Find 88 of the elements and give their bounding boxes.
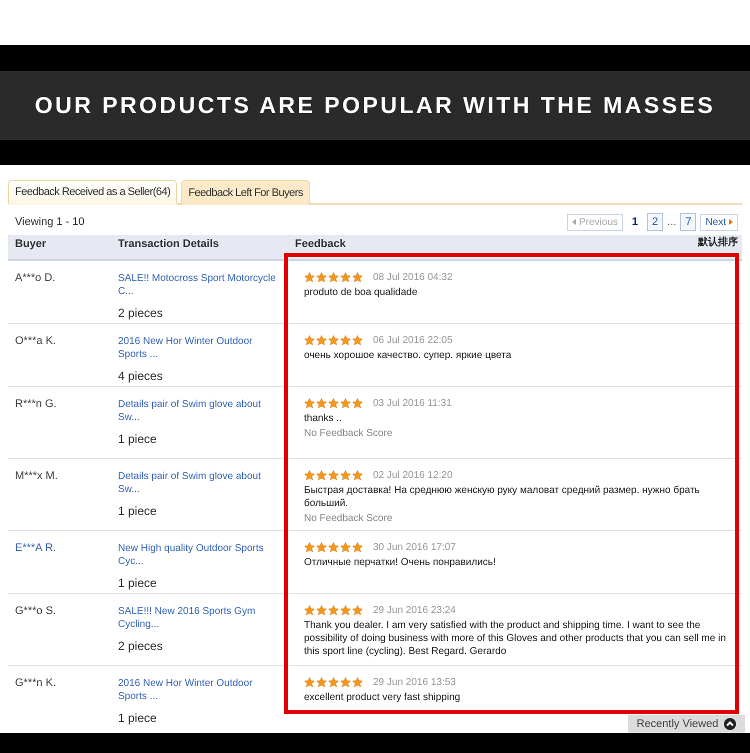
buyer-name[interactable]: E***A R.: [8, 542, 56, 554]
star-icon: [340, 677, 351, 688]
star-icon: [352, 542, 363, 553]
quantity: 1 piece: [118, 576, 158, 590]
feedback-date: 08 Jul 2016 04:32: [373, 272, 453, 283]
quantity: 1 piece: [118, 504, 158, 518]
feedback-comment: excellent product very fast shipping: [304, 691, 462, 704]
left-triangle-icon: [572, 219, 576, 225]
star-icon: [316, 272, 327, 283]
chevron-up-icon: [724, 718, 736, 730]
page-ellipsis: ...: [667, 216, 676, 228]
banner-title: OUR PRODUCTS ARE POPULAR WITH THE MASSES: [34, 92, 716, 118]
sort-label[interactable]: 默认排序: [698, 235, 742, 249]
star-icon: [328, 605, 339, 616]
page-number[interactable]: 2: [647, 213, 664, 231]
star-icon: [340, 272, 351, 283]
quantity: 1 piece: [118, 432, 158, 446]
product-link[interactable]: 2016 New Hor Winter Outdoor Sports ...: [118, 335, 282, 361]
feedback-comment: Thank you dealer. I am very satisfied with the product and shipping time. I want to see the possibility of doing business with more of this Gloves and other products that you can sell me in this sport line (cycling). Best Regard. Gerardo: [304, 619, 727, 658]
star-icon: [316, 398, 327, 409]
star-icon: [304, 398, 315, 409]
star-icon: [352, 272, 363, 283]
star-icon: [304, 470, 315, 481]
star-icon: [304, 677, 315, 688]
feedback-date: 02 Jul 2016 12:20: [373, 470, 453, 481]
buyer-name: O***a K.: [14, 335, 56, 347]
feedback-comment: очень хорошое качество. супер. яркие цвета: [304, 349, 512, 362]
feedback-tab[interactable]: Feedback Left For Buyers: [181, 180, 310, 205]
feedback-date: 03 Jul 2016 11:31: [373, 398, 452, 409]
star-icon: [328, 335, 339, 346]
product-link[interactable]: Details pair of Swim glove about Sw...: [118, 470, 282, 496]
star-icon: [340, 335, 351, 346]
feedback-date: 29 Jun 2016 13:53: [373, 677, 456, 688]
star-icon: [328, 542, 339, 553]
score-note: No Feedback Score: [304, 513, 394, 524]
feedback-comment: thanks ..: [304, 412, 343, 425]
star-icon: [352, 605, 363, 616]
buyer-name: G***o S.: [14, 605, 56, 617]
right-triangle-icon: [729, 219, 733, 225]
star-icon: [340, 398, 351, 409]
quantity: 1 piece: [118, 711, 158, 725]
star-icon: [316, 335, 327, 346]
product-link[interactable]: New High quality Outdoor Sports Cyc...: [118, 542, 282, 568]
star-icon: [304, 272, 315, 283]
star-icon: [328, 470, 339, 481]
recently-viewed-button[interactable]: Recently Viewed: [628, 715, 745, 733]
star-icon: [328, 272, 339, 283]
star-icon: [304, 542, 315, 553]
buyer-name: M***x M.: [14, 470, 58, 482]
quantity: 2 pieces: [118, 306, 164, 320]
star-icon: [352, 398, 363, 409]
star-icon: [340, 470, 351, 481]
page-number[interactable]: 7: [680, 213, 696, 231]
feedback-comment: Отличные перчатки! Очень понравились!: [304, 556, 497, 569]
star-icon: [304, 605, 315, 616]
product-link[interactable]: SALE!!! New 2016 Sports Gym Cycling...: [118, 605, 282, 631]
column-header: Feedback: [294, 238, 347, 250]
product-link[interactable]: SALE!! Motocross Sport Motorcycle C...: [118, 272, 282, 298]
quantity: 2 pieces: [118, 639, 164, 653]
quantity: 4 pieces: [118, 369, 164, 383]
feedback-date: 06 Jul 2016 22:05: [373, 335, 453, 346]
star-icon: [352, 335, 363, 346]
feedback-date: 29 Jun 2016 23:24: [373, 605, 456, 616]
star-icon: [352, 677, 363, 688]
feedback-tab[interactable]: Feedback Received as a Seller(64): [8, 180, 178, 205]
product-link[interactable]: Details pair of Swim glove about Sw...: [118, 398, 282, 424]
star-icon: [340, 542, 351, 553]
feedback-comment: produto de boa qualidade: [304, 286, 418, 299]
star-icon: [352, 470, 363, 481]
feedback-comment: Быстрая доставка! На среднюю женскую руку маловат средний размер. нужно брать больший.: [304, 484, 701, 510]
product-link[interactable]: 2016 New Hor Winter Outdoor Sports ...: [118, 677, 282, 703]
column-header: Buyer: [14, 238, 48, 250]
viewing-range: Viewing 1 - 10: [15, 216, 85, 228]
star-icon: [328, 398, 339, 409]
feedback-date: 30 Jun 2016 17:07: [373, 542, 456, 553]
star-icon: [316, 542, 327, 553]
star-icon: [304, 335, 315, 346]
column-header: Transaction Details: [117, 238, 220, 250]
star-icon: [340, 605, 351, 616]
buyer-name: A***o D.: [14, 272, 56, 284]
buyer-name: G***n K.: [14, 677, 56, 689]
star-icon: [316, 470, 327, 481]
score-note: No Feedback Score: [304, 428, 394, 439]
next-button[interactable]: Next: [700, 214, 738, 230]
star-icon: [316, 677, 327, 688]
star-icon: [316, 605, 327, 616]
buyer-name: R***n G.: [14, 398, 57, 410]
star-icon: [328, 677, 339, 688]
